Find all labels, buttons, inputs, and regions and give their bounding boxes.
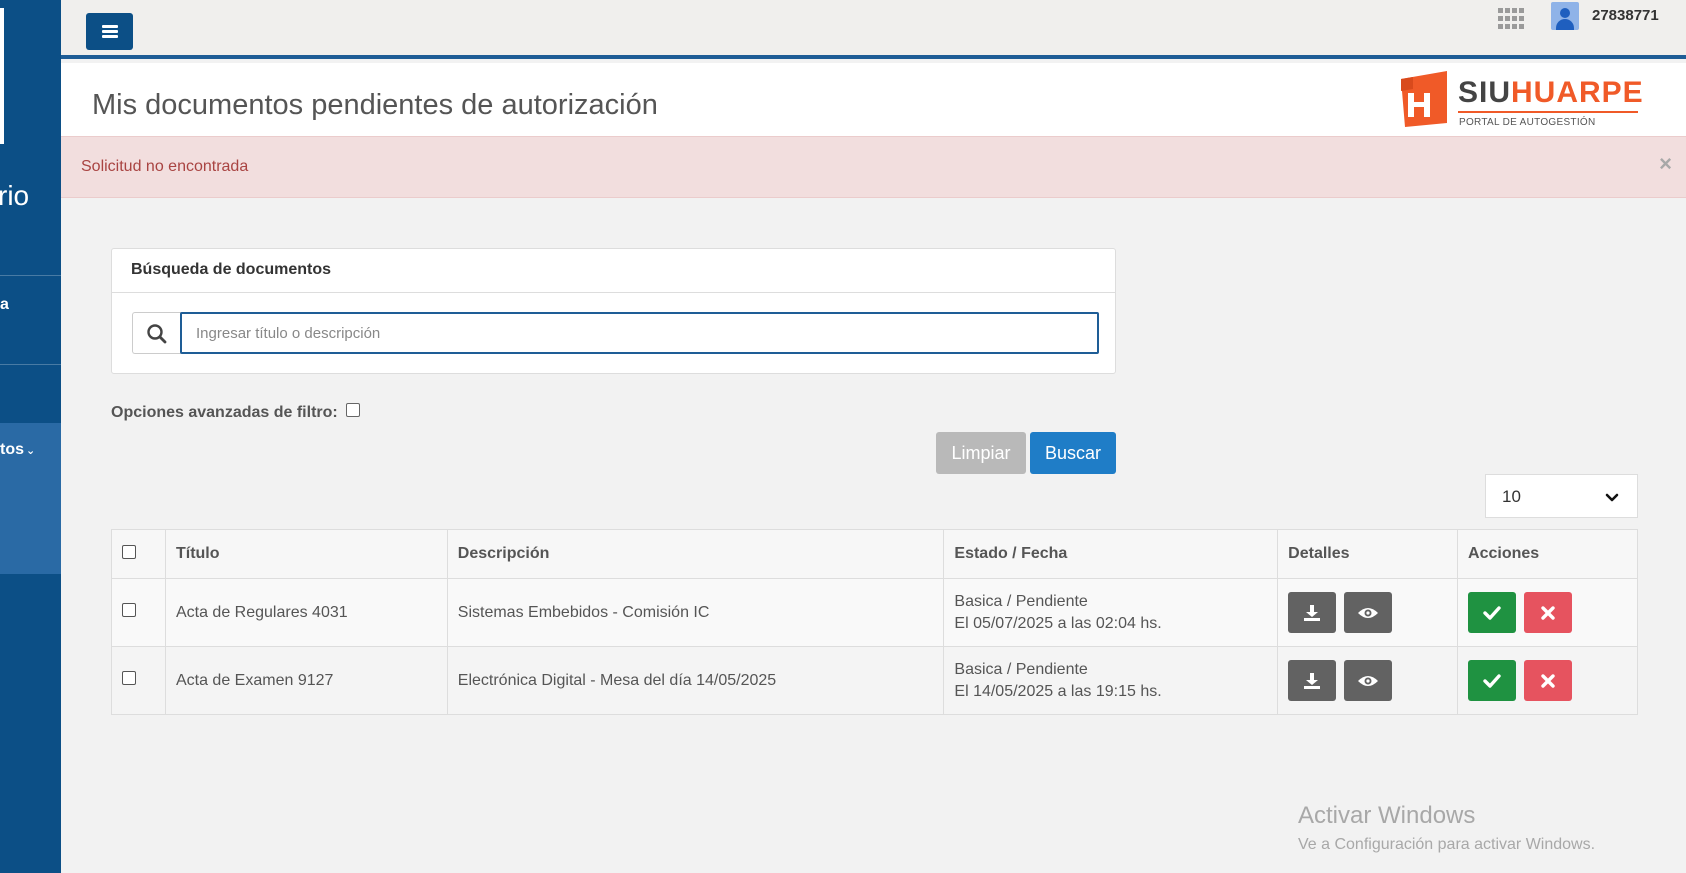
column-header-titulo: Título [164,529,448,579]
download-button[interactable] [1288,660,1337,701]
search-input[interactable] [180,312,1099,354]
cell-detalles [1277,646,1459,715]
search-icon [132,312,181,354]
cell-acciones [1457,646,1638,715]
advanced-filter-label: Opciones avanzadas de filtro: [111,404,338,421]
page-size-value: 10 [1502,487,1521,506]
error-alert: Solicitud no encontrada × [61,136,1686,198]
brand-logo: SIUHUARPE PORTAL DE AUTOGESTIÓN [1397,71,1644,131]
user-avatar-icon[interactable] [1551,2,1579,30]
windows-activation-watermark: Activar Windows Ve a Configuración para … [1298,802,1595,854]
table-row: Acta de Examen 9127 Electrónica Digital … [111,646,1638,715]
cell-fecha: El 14/05/2025 a las 19:15 hs. [954,682,1162,700]
cell-descripcion: Electrónica Digital - Mesa del día 14/05… [446,646,945,715]
sidebar-item-documentos[interactable]: tos ⌄ [0,441,35,459]
select-all-cell [111,529,166,579]
reject-button[interactable] [1523,660,1572,701]
view-button[interactable] [1343,592,1392,633]
sidebar-divider [0,364,61,365]
sidebar: rio a tos ⌄ [0,0,61,873]
cell-estado-fecha: Basica / Pendiente El 14/05/2025 a las 1… [943,646,1279,715]
select-all-checkbox[interactable] [122,544,136,559]
menu-toggle-button[interactable] [86,13,133,50]
sidebar-user-label: rio [0,180,30,211]
column-header-descripcion: Descripción [446,529,945,579]
sidebar-divider [0,275,61,276]
top-bar: 27838771 [61,0,1686,59]
alert-message: Solicitud no encontrada [81,158,249,175]
hamburger-icon [101,25,118,38]
cell-estado: Basica / Pendiente [954,660,1088,678]
cell-acciones [1457,578,1638,647]
cell-titulo: Acta de Examen 9127 [164,646,448,715]
clear-button[interactable]: Limpiar [936,432,1026,474]
sidebar-logo-fragment [0,8,4,144]
close-icon [1540,673,1555,688]
row-checkbox[interactable] [122,603,136,617]
grid-icon[interactable] [1498,8,1524,30]
cell-titulo: Acta de Regulares 4031 [164,578,448,647]
advanced-filter-checkbox[interactable] [346,403,360,417]
sidebar-item-label: tos [0,441,24,458]
download-button[interactable] [1288,592,1337,633]
chevron-down-icon: ⌄ [26,445,36,457]
page-header: Mis documentos pendientes de autorizació… [61,63,1686,136]
column-header-estado-fecha: Estado / Fecha [943,529,1279,579]
cell-descripcion: Sistemas Embebidos - Comisión IC [446,578,945,647]
search-button[interactable]: Buscar [1030,432,1116,474]
brand-underline [1458,111,1638,113]
check-icon [1483,673,1501,688]
page-title: Mis documentos pendientes de autorizació… [92,89,658,121]
approve-button[interactable] [1468,660,1517,701]
cell-estado-fecha: Basica / Pendiente El 05/07/2025 a las 0… [943,578,1279,647]
cell-fecha: El 05/07/2025 a las 02:04 hs. [954,614,1162,632]
search-panel-title: Búsqueda de documentos [112,249,1115,293]
cell-estado: Basica / Pendiente [954,592,1088,610]
sidebar-item[interactable]: a [0,296,9,314]
table-row: Acta de Regulares 4031 Sistemas Embebido… [111,578,1638,647]
brand-wordmark: SIUHUARPE [1458,76,1644,109]
table-header-row: Título Descripción Estado / Fecha Detall… [111,529,1638,579]
column-header-detalles: Detalles [1277,529,1459,579]
close-icon[interactable]: × [1659,153,1672,175]
download-icon [1304,672,1321,689]
brand-subtitle: PORTAL DE AUTOGESTIÓN [1459,117,1596,128]
eye-icon [1357,675,1378,686]
view-button[interactable] [1343,660,1392,701]
watermark-subtitle: Ve a Configuración para activar Windows. [1298,836,1596,853]
documents-table: Título Descripción Estado / Fecha Detall… [111,529,1638,715]
eye-icon [1357,607,1378,618]
cell-detalles [1277,578,1459,647]
close-icon [1540,605,1555,620]
check-icon [1483,605,1501,620]
chevron-down-icon [1605,493,1619,502]
column-header-acciones: Acciones [1457,529,1638,579]
page-size-select[interactable]: 10 [1485,474,1638,518]
username[interactable]: 27838771 [1592,7,1659,24]
watermark-title: Activar Windows [1298,802,1476,829]
siu-huarpe-logo-icon [1401,71,1447,127]
reject-button[interactable] [1523,592,1572,633]
download-icon [1304,604,1321,621]
row-checkbox[interactable] [122,671,136,685]
approve-button[interactable] [1468,592,1517,633]
search-panel: Búsqueda de documentos [111,248,1116,374]
